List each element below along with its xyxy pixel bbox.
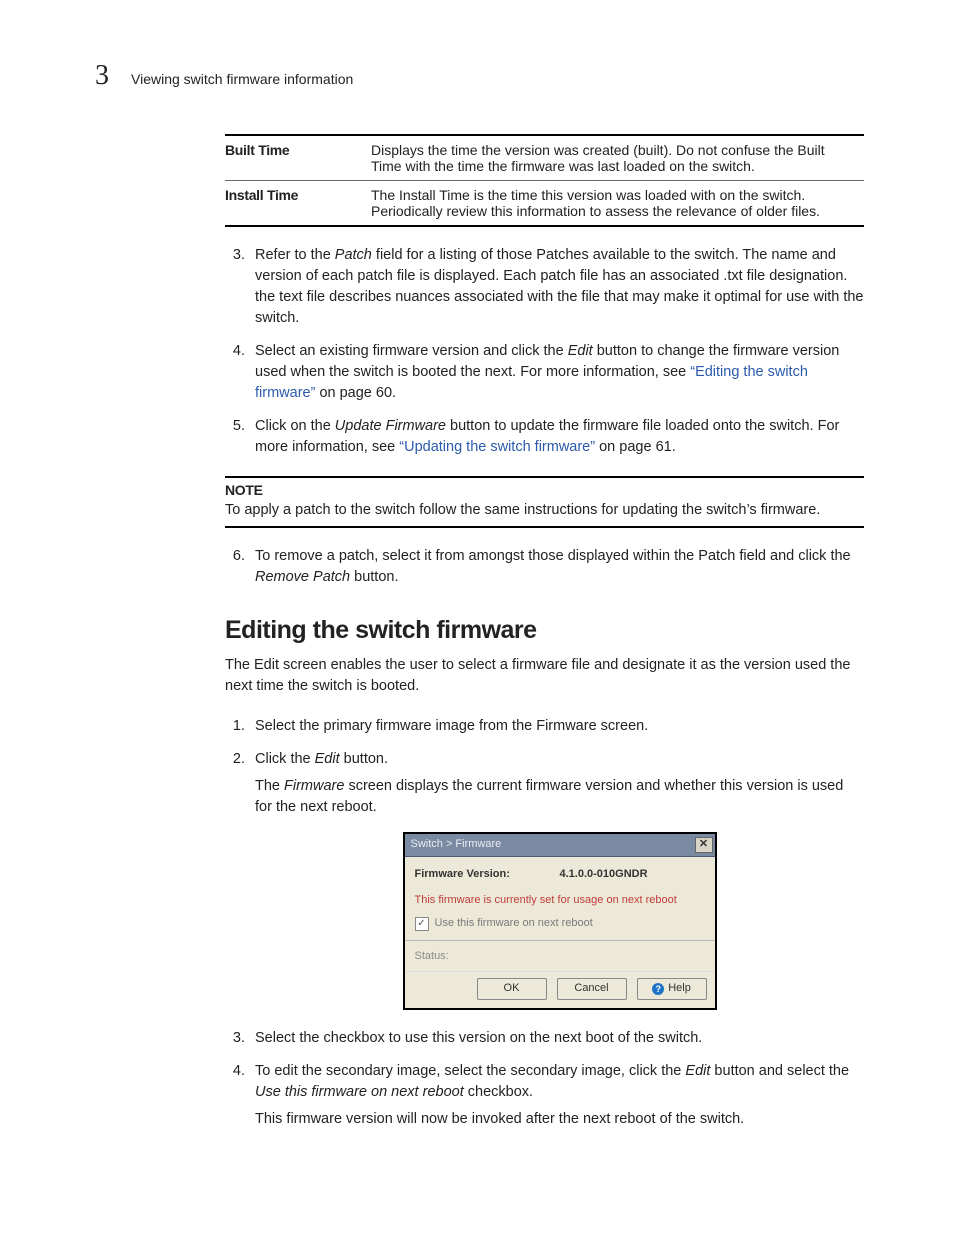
section-intro: The Edit screen enables the user to sele… [225,655,864,697]
dialog-titlebar: Switch > Firmware ✕ [405,834,715,857]
info-desc-install-time: The Install Time is the time this versio… [371,181,864,227]
info-table: Built Time Displays the time the version… [225,134,864,227]
steps-a: Refer to the Patch field for a listing o… [225,245,864,458]
ok-button[interactable]: OK [477,978,547,1000]
step-em: Remove Patch [255,569,350,585]
help-icon: ? [652,983,664,995]
step-em: Firmware [284,778,344,794]
step-em: Edit [315,751,340,767]
step-c2: Click the Edit button. The Firmware scre… [249,749,864,1011]
step-text: Select the checkbox to use this version … [255,1030,702,1046]
close-icon[interactable]: ✕ [695,837,713,853]
step-c2-sub: The Firmware screen displays the current… [255,776,864,818]
dialog-body: Firmware Version: 4.1.0.0-010GNDR This f… [405,857,715,944]
step-c1: Select the primary firmware image from t… [249,716,864,737]
dialog-title: Switch > Firmware [411,837,502,853]
running-header: 3 Viewing switch firmware information [95,60,353,92]
help-button-label: Help [668,981,691,997]
page: 3 Viewing switch firmware information Bu… [0,0,954,1235]
steps-c: Select the primary firmware image from t… [225,716,864,1011]
step-text: on page 60. [315,385,396,401]
step-em: Update Firmware [335,418,446,434]
step-text: To edit the secondary image, select the … [255,1063,685,1079]
info-label-install-time: Install Time [225,181,371,227]
step-text: Refer to the [255,247,335,263]
firmware-version-value: 4.1.0.0-010GNDR [560,867,648,883]
xref-updating-firmware[interactable]: “Updating the switch firmware” [399,439,595,455]
cancel-button[interactable]: Cancel [557,978,627,1000]
step-em: Use this firmware on next reboot [255,1084,464,1100]
note-body: To apply a patch to the switch follow th… [225,500,864,520]
info-desc-built-time: Displays the time the version was create… [371,135,864,181]
status-label: Status: [405,943,715,971]
step-d3: Select the checkbox to use this version … [249,1028,864,1049]
table-row: Install Time The Install Time is the tim… [225,181,864,227]
dialog-separator [405,940,715,941]
step-text: Select an existing firmware version and … [255,343,568,359]
step-text: Click the [255,751,315,767]
step-d4: To edit the secondary image, select the … [249,1061,864,1130]
step-4: Select an existing firmware version and … [249,341,864,404]
firmware-dialog: Switch > Firmware ✕ Firmware Version: 4.… [403,832,717,1011]
note-block: NOTE To apply a patch to the switch foll… [225,476,864,528]
header-title: Viewing switch firmware information [131,71,353,87]
step-text: The [255,778,284,794]
step-d4-sub: This firmware version will now be invoke… [255,1109,864,1130]
step-text: screen displays the current firmware ver… [255,778,843,815]
dialog-figure: Switch > Firmware ✕ Firmware Version: 4.… [255,832,864,1011]
note-title: NOTE [225,482,864,498]
step-em: Edit [568,343,593,359]
section-title: Editing the switch firmware [225,616,864,645]
step-text: checkbox. [464,1084,533,1100]
step-3: Refer to the Patch field for a listing o… [249,245,864,329]
step-text: on page 61. [595,439,676,455]
firmware-version-row: Firmware Version: 4.1.0.0-010GNDR [415,867,705,883]
chapter-number: 3 [95,60,109,92]
dialog-button-bar: OK Cancel ? Help [405,971,715,1008]
step-text: Click on the [255,418,335,434]
step-5: Click on the Update Firmware button to u… [249,416,864,458]
step-text: button and select the [710,1063,849,1079]
dialog-notice: This firmware is currently set for usage… [415,893,705,909]
step-text: button. [340,751,388,767]
content-column: Built Time Displays the time the version… [225,62,864,1130]
help-button[interactable]: ? Help [637,978,707,1000]
step-text: button. [350,569,398,585]
steps-d: Select the checkbox to use this version … [225,1028,864,1130]
step-6: To remove a patch, select it from amongs… [249,546,864,588]
checkbox-label: Use this firmware on next reboot [435,916,593,932]
checkbox-icon[interactable]: ✓ [415,917,429,931]
step-text: Select the primary firmware image from t… [255,718,648,734]
table-row: Built Time Displays the time the version… [225,135,864,181]
steps-b: To remove a patch, select it from amongs… [225,546,864,588]
step-text: To remove a patch, select it from amongs… [255,548,851,564]
info-label-built-time: Built Time [225,135,371,181]
step-em: Edit [685,1063,710,1079]
step-em: Patch [335,247,372,263]
firmware-version-label: Firmware Version: [415,867,560,883]
use-on-next-reboot-checkbox[interactable]: ✓ Use this firmware on next reboot [415,916,705,932]
